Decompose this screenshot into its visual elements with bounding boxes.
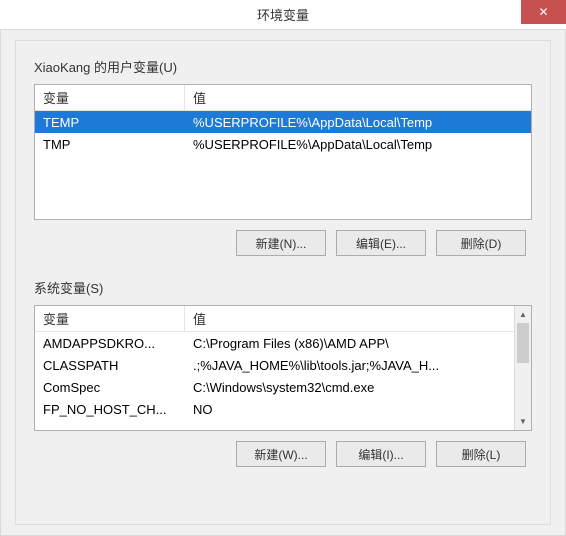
cell-name: FP_NO_HOST_CH... [35, 402, 185, 417]
cell-name: TMP [35, 137, 185, 152]
table-row[interactable]: FP_NO_HOST_CH...NO [35, 398, 514, 420]
scroll-thumb[interactable] [517, 323, 529, 363]
col-header-value[interactable]: 值 [185, 306, 531, 331]
user-buttons-row: 新建(N)... 编辑(E)... 删除(D) [34, 230, 532, 256]
cell-name: ComSpec [35, 380, 185, 395]
system-buttons-row: 新建(W)... 编辑(I)... 删除(L) [34, 441, 532, 467]
cell-value: %USERPROFILE%\AppData\Local\Temp [185, 115, 531, 130]
cell-value: C:\Program Files (x86)\AMD APP\ [185, 336, 514, 351]
system-variables-group: 系统变量(S) 变量 值 AMDAPPSDKRO...C:\Program Fi… [34, 278, 532, 467]
table-row[interactable]: AMDAPPSDKRO...C:\Program Files (x86)\AMD… [35, 332, 514, 354]
inner-panel: XiaoKang 的用户变量(U) 变量 值 TEMP%USERPROFILE%… [15, 40, 551, 525]
user-new-button[interactable]: 新建(N)... [236, 230, 326, 256]
table-row[interactable]: TEMP%USERPROFILE%\AppData\Local\Temp [35, 111, 531, 133]
system-variables-label: 系统变量(S) [34, 278, 532, 297]
scroll-up-icon[interactable]: ▲ [515, 306, 531, 323]
cell-value: %USERPROFILE%\AppData\Local\Temp [185, 137, 531, 152]
user-variables-group: XiaoKang 的用户变量(U) 变量 值 TEMP%USERPROFILE%… [34, 57, 532, 256]
list-header: 变量 值 [35, 306, 531, 332]
col-header-name[interactable]: 变量 [35, 306, 185, 331]
titlebar: 环境变量 ✕ [0, 0, 566, 30]
col-header-value[interactable]: 值 [185, 85, 531, 110]
cell-name: AMDAPPSDKRO... [35, 336, 185, 351]
scroll-down-icon[interactable]: ▼ [515, 413, 531, 430]
col-header-name[interactable]: 变量 [35, 85, 185, 110]
user-edit-button[interactable]: 编辑(E)... [336, 230, 426, 256]
table-row[interactable]: CLASSPATH.;%JAVA_HOME%\lib\tools.jar;%JA… [35, 354, 514, 376]
scrollbar[interactable]: ▲ ▼ [514, 306, 531, 430]
cell-value: NO [185, 402, 514, 417]
user-variables-list[interactable]: 变量 值 TEMP%USERPROFILE%\AppData\Local\Tem… [34, 84, 532, 220]
system-delete-button[interactable]: 删除(L) [436, 441, 526, 467]
table-row[interactable]: ComSpecC:\Windows\system32\cmd.exe [35, 376, 514, 398]
dialog-body: XiaoKang 的用户变量(U) 变量 值 TEMP%USERPROFILE%… [0, 30, 566, 536]
close-icon: ✕ [538, 5, 548, 19]
system-edit-button[interactable]: 编辑(I)... [336, 441, 426, 467]
cell-name: TEMP [35, 115, 185, 130]
window-title: 环境变量 [0, 5, 566, 24]
system-new-button[interactable]: 新建(W)... [236, 441, 326, 467]
system-variables-list[interactable]: 变量 值 AMDAPPSDKRO...C:\Program Files (x86… [34, 305, 532, 431]
cell-name: CLASSPATH [35, 358, 185, 373]
user-variables-label: XiaoKang 的用户变量(U) [34, 57, 532, 76]
table-row[interactable]: TMP%USERPROFILE%\AppData\Local\Temp [35, 133, 531, 155]
cell-value: .;%JAVA_HOME%\lib\tools.jar;%JAVA_H... [185, 358, 514, 373]
cell-value: C:\Windows\system32\cmd.exe [185, 380, 514, 395]
list-header: 变量 值 [35, 85, 531, 111]
user-delete-button[interactable]: 删除(D) [436, 230, 526, 256]
close-button[interactable]: ✕ [521, 0, 566, 24]
scroll-track[interactable] [515, 323, 531, 413]
